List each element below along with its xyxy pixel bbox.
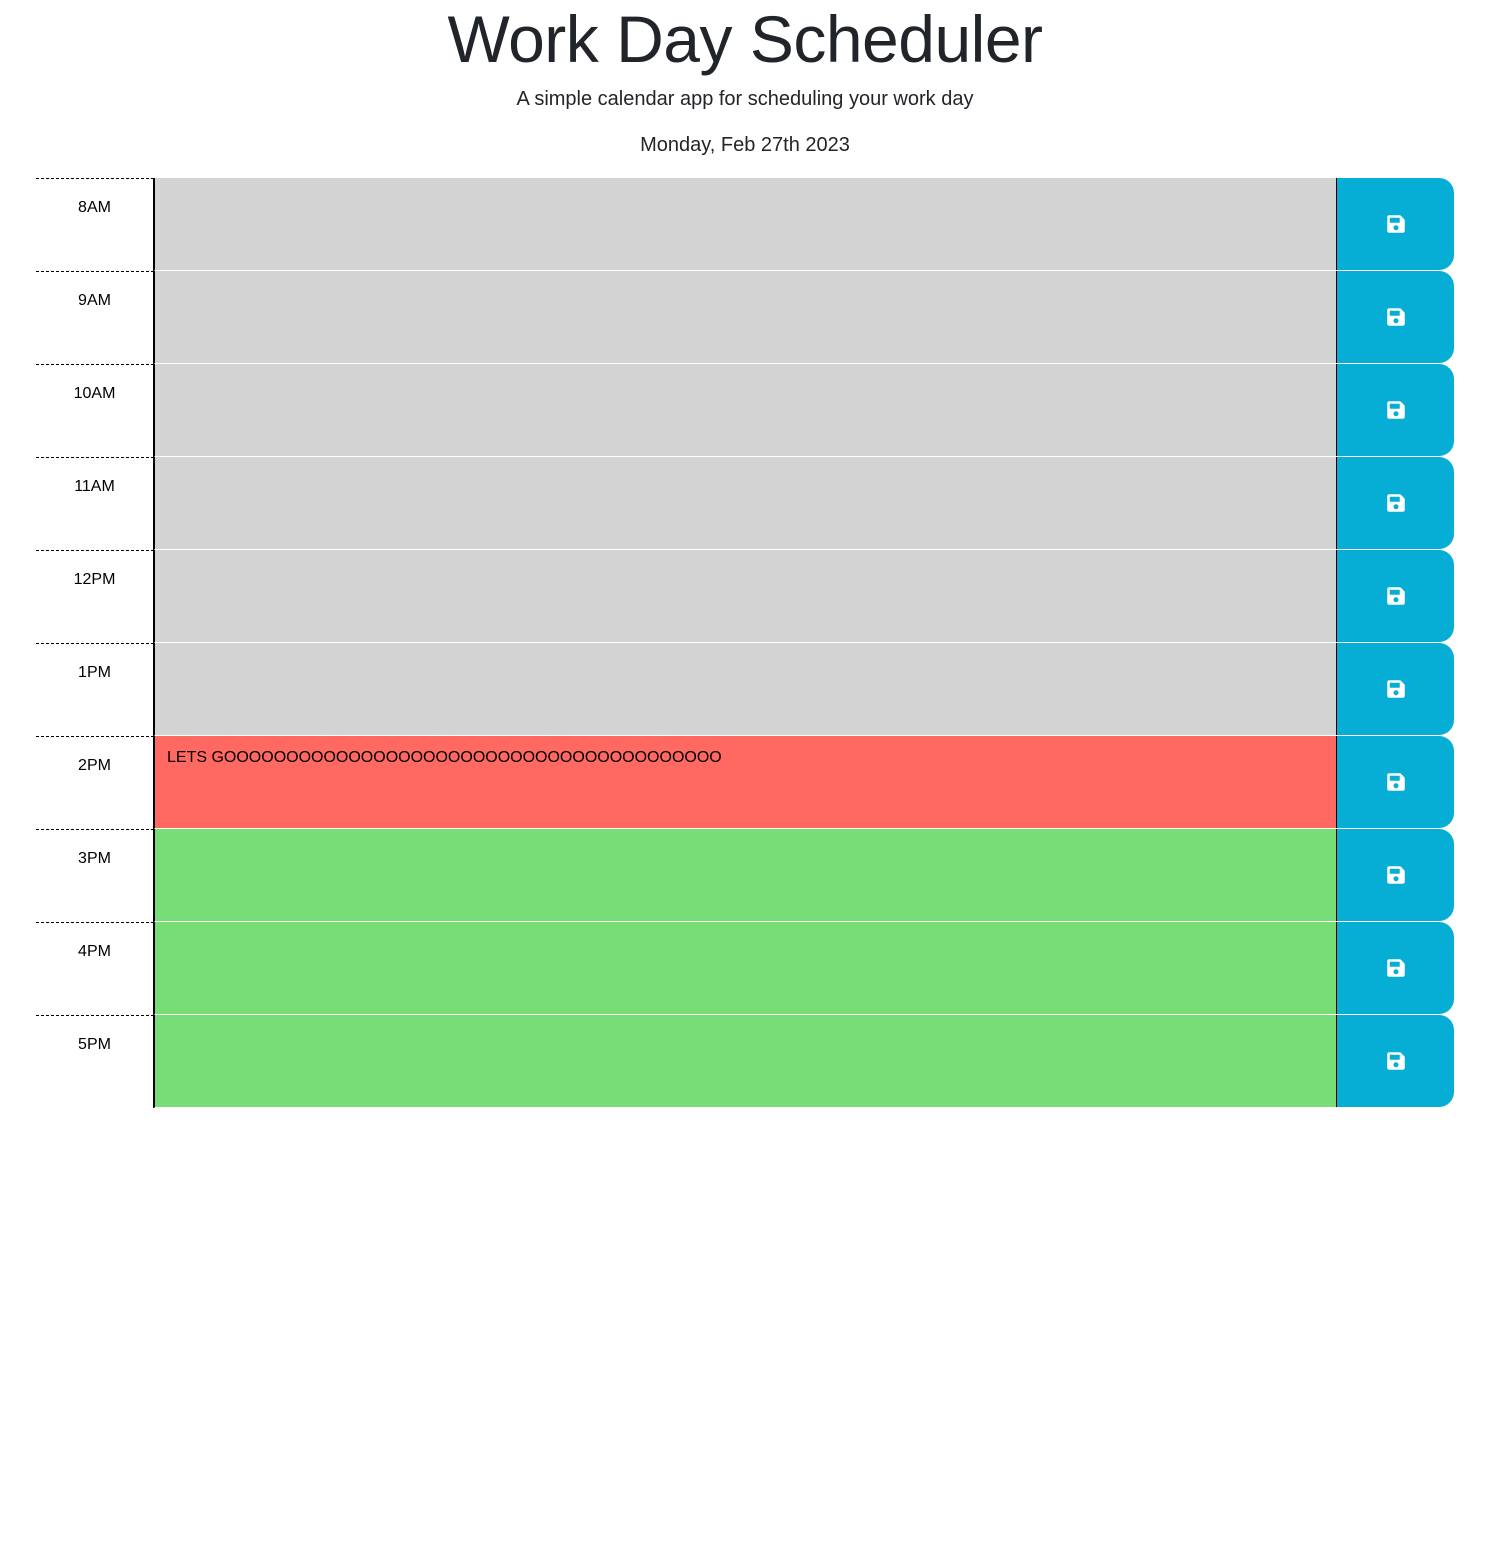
save-icon — [1386, 586, 1406, 606]
hour-label: 5PM — [36, 1015, 154, 1108]
time-block: 1PM — [36, 643, 1454, 736]
description-input[interactable] — [154, 271, 1336, 364]
hour-label: 12PM — [36, 550, 154, 643]
description-input[interactable] — [154, 643, 1336, 736]
hour-label: 3PM — [36, 829, 154, 922]
time-block: 5PM — [36, 1015, 1454, 1108]
save-button[interactable] — [1336, 550, 1454, 642]
save-button[interactable] — [1336, 457, 1454, 549]
hour-label: 9AM — [36, 271, 154, 364]
time-block: 4PM — [36, 922, 1454, 1015]
save-icon — [1386, 307, 1406, 327]
save-icon — [1386, 865, 1406, 885]
hour-label: 2PM — [36, 736, 154, 829]
save-icon — [1386, 772, 1406, 792]
time-block-list: 8AM 9AM 10AM 11AM 12PM 1PM 2PM LETS GOOOOOOOOOO… — [36, 178, 1454, 1108]
save-button[interactable] — [1336, 364, 1454, 456]
time-block: 9AM — [36, 271, 1454, 364]
save-icon — [1386, 493, 1406, 513]
hour-label: 1PM — [36, 643, 154, 736]
current-day: Monday, Feb 27th 2023 — [640, 134, 850, 156]
description-input[interactable] — [154, 550, 1336, 643]
time-block: 2PM LETS GOOOOOOOOOOOOOOOOOOOOOOOOOOOOOOO… — [36, 736, 1454, 829]
description-input[interactable] — [154, 178, 1336, 271]
hour-label: 4PM — [36, 922, 154, 1015]
save-button[interactable] — [1336, 1015, 1454, 1107]
time-block: 10AM — [36, 364, 1454, 457]
time-block: 11AM — [36, 457, 1454, 550]
description-input[interactable] — [154, 1015, 1336, 1108]
save-button[interactable] — [1336, 736, 1454, 828]
save-button[interactable] — [1336, 178, 1454, 270]
description-input[interactable]: LETS GOOOOOOOOOOOOOOOOOOOOOOOOOOOOOOOOOO… — [154, 736, 1336, 829]
save-icon — [1386, 1051, 1406, 1071]
description-input[interactable] — [154, 457, 1336, 550]
save-icon — [1386, 214, 1406, 234]
hour-label: 10AM — [36, 364, 154, 457]
save-icon — [1386, 679, 1406, 699]
page-title: Work Day Scheduler — [447, 2, 1043, 76]
description-input[interactable] — [154, 922, 1336, 1015]
save-button[interactable] — [1336, 643, 1454, 735]
save-button[interactable] — [1336, 271, 1454, 363]
save-button[interactable] — [1336, 829, 1454, 921]
time-block: 3PM — [36, 829, 1454, 922]
page-header: Work Day Scheduler A simple calendar app… — [0, 0, 1490, 157]
time-block: 8AM — [36, 178, 1454, 271]
hour-label: 11AM — [36, 457, 154, 550]
save-button[interactable] — [1336, 922, 1454, 1014]
description-input[interactable] — [154, 829, 1336, 922]
time-block: 12PM — [36, 550, 1454, 643]
hour-label: 8AM — [36, 178, 154, 271]
description-input[interactable] — [154, 364, 1336, 457]
save-icon — [1386, 400, 1406, 420]
save-icon — [1386, 958, 1406, 978]
page-subtitle: A simple calendar app for scheduling you… — [516, 88, 974, 110]
